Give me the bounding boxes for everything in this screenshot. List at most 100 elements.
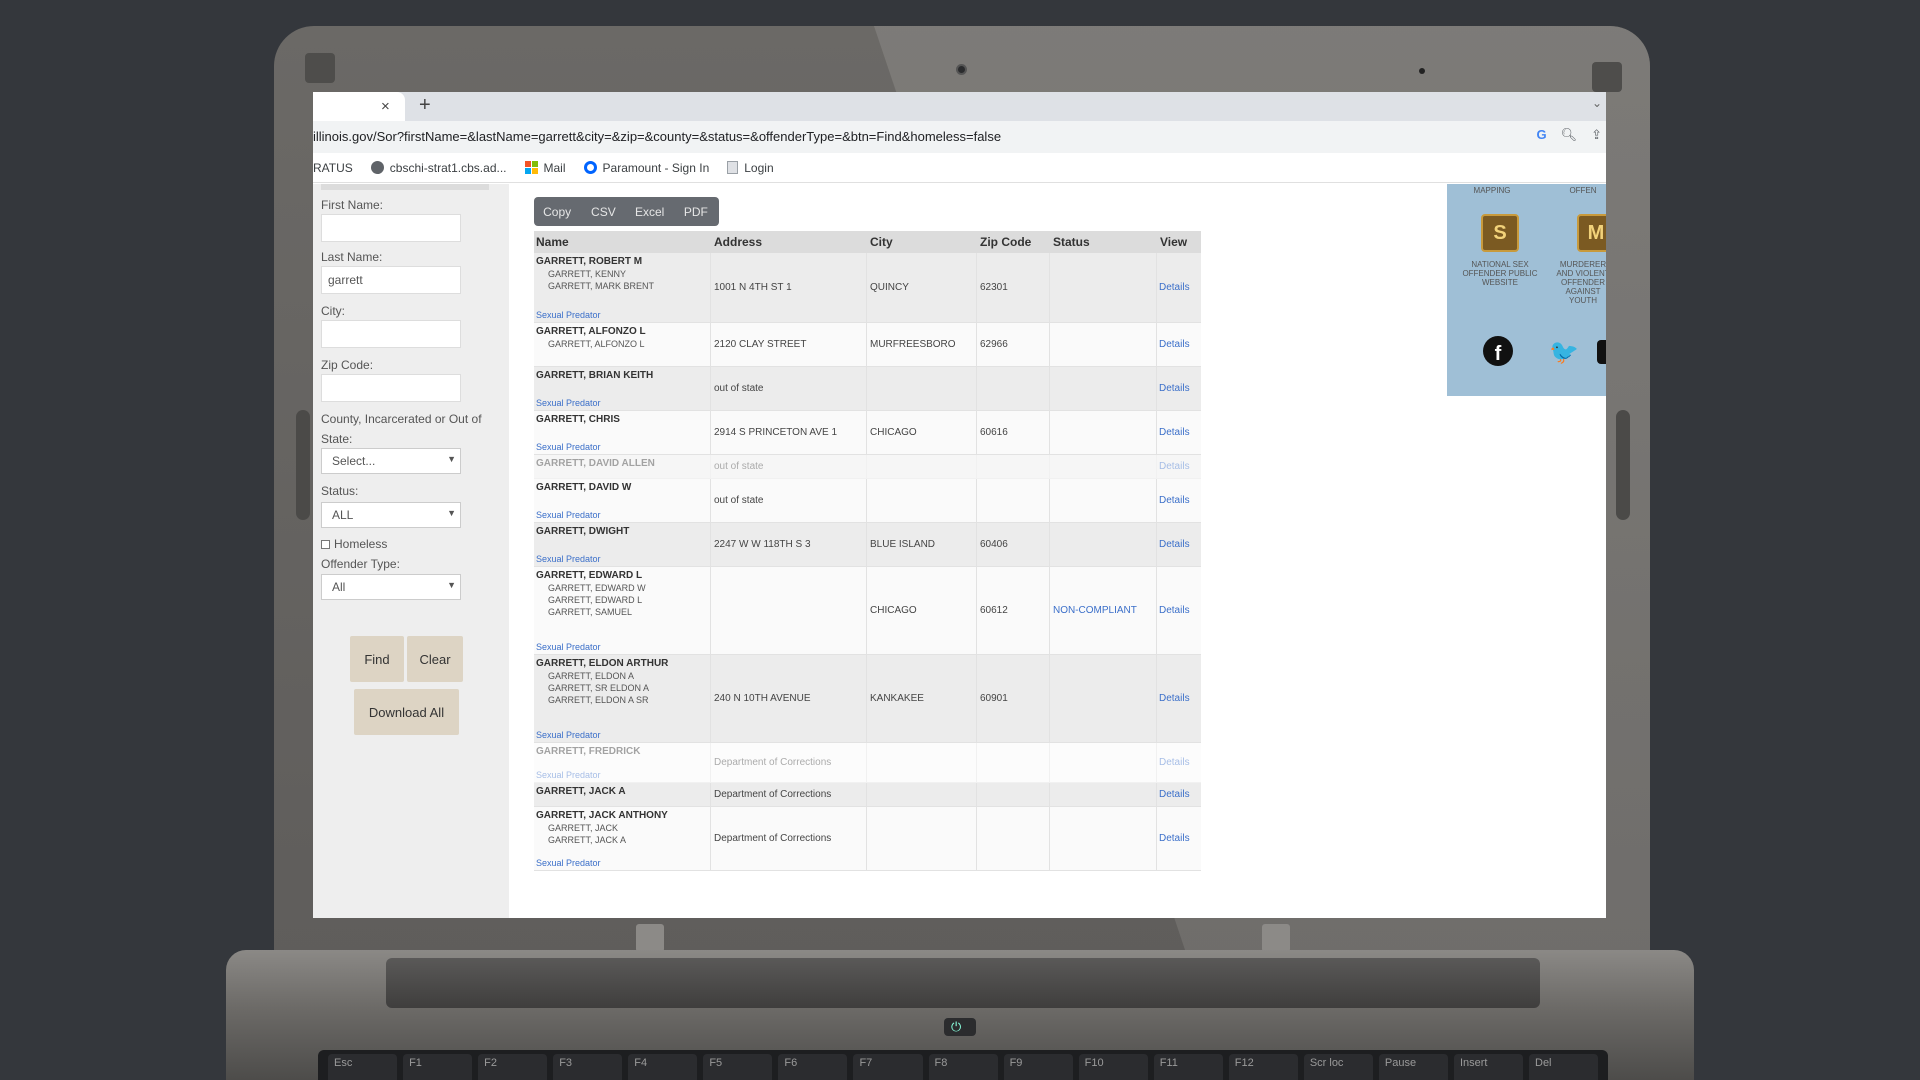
alias-name: GARRETT, JACK A bbox=[548, 835, 627, 845]
header-view[interactable]: View bbox=[1157, 231, 1201, 253]
laptop-hinge bbox=[386, 958, 1540, 1008]
youtube-icon[interactable] bbox=[1597, 340, 1606, 364]
cell-view: Details bbox=[1157, 367, 1201, 410]
murderer-registry-icon[interactable]: M bbox=[1577, 214, 1606, 252]
address-text: 2120 CLAY STREET bbox=[714, 339, 807, 350]
tab-search-chevron-icon[interactable]: ⌄ bbox=[1592, 96, 1602, 110]
cell-address: Department of Corrections bbox=[711, 783, 867, 806]
cell-name: GARRETT, DAVID ALLEN bbox=[534, 455, 711, 478]
offender-type-select[interactable]: All ▼ bbox=[321, 574, 461, 600]
bookmark-paramount[interactable]: Paramount - Sign In bbox=[583, 161, 709, 175]
offender-tag-link[interactable]: Sexual Predator bbox=[536, 858, 601, 868]
table-row: GARRETT, CHRIS Sexual Predator 2914 S PRIN… bbox=[534, 411, 1201, 455]
nsopw-caption[interactable]: NATIONAL SEX OFFENDER PUBLIC WEBSITE bbox=[1461, 260, 1539, 287]
details-link[interactable]: Details bbox=[1159, 427, 1190, 438]
table-row: GARRETT, DAVID ALLEN out of state Details bbox=[534, 455, 1201, 479]
last-name-input[interactable]: garrett bbox=[321, 266, 461, 294]
csv-button[interactable]: CSV bbox=[580, 197, 626, 226]
zoom-icon[interactable]: 🔍︎ bbox=[1561, 127, 1578, 143]
header-zip-code[interactable]: Zip Code bbox=[977, 231, 1050, 253]
bookmark-login[interactable]: Login bbox=[727, 161, 774, 175]
details-link[interactable]: Details bbox=[1159, 789, 1190, 800]
details-link[interactable]: Details bbox=[1159, 833, 1190, 844]
tab-close-icon[interactable]: × bbox=[381, 98, 390, 115]
keyboard-key: F5 bbox=[703, 1054, 773, 1080]
details-link[interactable]: Details bbox=[1159, 383, 1190, 394]
details-link[interactable]: Details bbox=[1159, 495, 1190, 506]
header-status[interactable]: Status bbox=[1050, 231, 1157, 253]
copy-button[interactable]: Copy bbox=[534, 197, 580, 226]
cell-view: Details bbox=[1157, 323, 1201, 366]
zip-code-input[interactable] bbox=[321, 374, 461, 402]
new-tab-icon[interactable]: + bbox=[419, 94, 431, 117]
clear-button[interactable]: Clear bbox=[407, 636, 463, 682]
zip-code-label: Zip Code: bbox=[321, 358, 374, 372]
offender-tag-link[interactable]: Sexual Predator bbox=[536, 730, 601, 740]
offender-name: GARRETT, ELDON ARTHUR bbox=[536, 658, 669, 669]
details-link[interactable]: Details bbox=[1159, 339, 1190, 350]
bookmark-mail[interactable]: Mail bbox=[524, 161, 566, 175]
nsopw-icon[interactable]: S bbox=[1481, 214, 1519, 252]
details-link[interactable]: Details bbox=[1159, 605, 1190, 616]
bookmark-cbschi[interactable]: cbschi-strat1.cbs.ad... bbox=[370, 161, 507, 175]
table-row: GARRETT, ELDON ARTHUR GARRETT, ELDON A GAR… bbox=[534, 655, 1201, 743]
alias-name: GARRETT, ELDON A bbox=[548, 671, 635, 681]
cell-zip bbox=[977, 479, 1050, 522]
details-link[interactable]: Details bbox=[1159, 693, 1190, 704]
url-text[interactable]: illinois.gov/Sor?firstName=&lastName=gar… bbox=[313, 129, 1001, 144]
facebook-icon[interactable]: f bbox=[1483, 336, 1513, 366]
offender-tag-link[interactable]: Sexual Predator bbox=[536, 510, 601, 520]
header-city[interactable]: City bbox=[867, 231, 977, 253]
keyboard-key: Esc bbox=[328, 1054, 398, 1080]
details-link[interactable]: Details bbox=[1159, 282, 1190, 293]
details-link[interactable]: Details bbox=[1159, 539, 1190, 550]
find-button[interactable]: Find bbox=[350, 636, 404, 682]
header-address[interactable]: Address bbox=[711, 231, 867, 253]
cell-name: GARRETT, EDWARD L GARRETT, EDWARD W GARRET… bbox=[534, 567, 711, 654]
offender-tag-link[interactable]: Sexual Predator bbox=[536, 398, 601, 408]
details-link[interactable]: Details bbox=[1159, 757, 1190, 768]
status-select[interactable]: ALL ▼ bbox=[321, 502, 461, 528]
offender-name: GARRETT, ALFONZO L bbox=[536, 326, 646, 337]
offender-type-label: Offender Type: bbox=[321, 557, 400, 571]
offender-tag-link[interactable]: Sexual Predator bbox=[536, 310, 601, 320]
cell-city bbox=[867, 367, 977, 410]
homeless-checkbox[interactable] bbox=[321, 540, 330, 549]
table-row: GARRETT, ALFONZO L GARRETT, ALFONZO L 2120… bbox=[534, 323, 1201, 367]
cell-zip: 60616 bbox=[977, 411, 1050, 454]
alias-name: GARRETT, EDWARD L bbox=[548, 595, 643, 605]
browser-tab[interactable]: × bbox=[313, 92, 405, 121]
cell-name: GARRETT, DWIGHT Sexual Predator bbox=[534, 523, 711, 566]
microsoft-icon bbox=[524, 161, 538, 174]
offender-tag-link[interactable]: Sexual Predator bbox=[536, 442, 601, 452]
power-button[interactable]: ⏻ bbox=[944, 1018, 976, 1036]
offender-tag-link[interactable]: Sexual Predator bbox=[536, 642, 601, 652]
hinge-pad-left bbox=[636, 924, 664, 952]
header-name[interactable]: Name bbox=[534, 231, 711, 253]
bookmark-ratus[interactable]: RATUS bbox=[313, 161, 353, 175]
cell-name: GARRETT, ELDON ARTHUR GARRETT, ELDON A GAR… bbox=[534, 655, 711, 742]
county-select[interactable]: Select... ▼ bbox=[321, 448, 461, 474]
first-name-input[interactable] bbox=[321, 214, 461, 242]
city-input[interactable] bbox=[321, 320, 461, 348]
cell-zip: 60901 bbox=[977, 655, 1050, 742]
keyboard-key: Pause bbox=[1378, 1054, 1448, 1080]
excel-button[interactable]: Excel bbox=[627, 197, 673, 226]
share-icon[interactable]: ⇪ bbox=[1591, 127, 1602, 143]
offender-tag-link[interactable]: Sexual Predator bbox=[536, 554, 601, 564]
web-page: First Name: Last Name: garrett City: Zip… bbox=[313, 184, 1606, 918]
cell-address: 240 N 10TH AVENUE bbox=[711, 655, 867, 742]
details-link[interactable]: Details bbox=[1159, 461, 1190, 472]
murderer-registry-caption[interactable]: MURDERER AND VIOLENT OFFENDER AGAINST YO… bbox=[1555, 260, 1606, 305]
twitter-icon[interactable]: 🐦 bbox=[1549, 338, 1579, 367]
download-all-button[interactable]: Download All bbox=[354, 689, 459, 735]
pdf-button[interactable]: PDF bbox=[673, 197, 719, 226]
zip-text: 60901 bbox=[980, 693, 1008, 704]
google-icon[interactable]: G bbox=[1536, 127, 1546, 143]
bookmarks-bar: RATUS cbschi-strat1.cbs.ad... Mail Param… bbox=[313, 153, 1606, 183]
keyboard-key: Scr loc bbox=[1303, 1054, 1373, 1080]
address-bar[interactable]: illinois.gov/Sor?firstName=&lastName=gar… bbox=[313, 121, 1606, 153]
offender-tag-link[interactable]: Sexual Predator bbox=[536, 770, 601, 780]
lid-side-left bbox=[296, 410, 310, 520]
chevron-down-icon: ▼ bbox=[447, 454, 456, 464]
